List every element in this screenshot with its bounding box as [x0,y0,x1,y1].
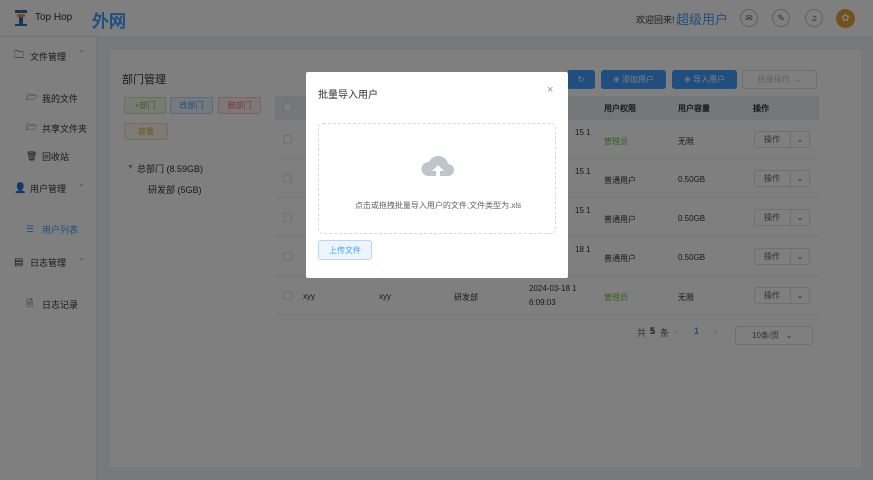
dropzone-hint: 点击或拖拽批量导入用户的文件,文件类型为.xls [354,201,522,210]
upload-file-button[interactable]: 上传文件 [318,240,372,260]
import-users-dialog: 批量导入用户 × 点击或拖拽批量导入用户的文件,文件类型为.xls 上传文件 [306,72,568,278]
dialog-title: 批量导入用户 [318,90,378,101]
cloud-upload-icon [421,155,454,180]
close-icon[interactable]: × [547,84,553,96]
upload-dropzone[interactable]: 点击或拖拽批量导入用户的文件,文件类型为.xls [318,123,556,234]
